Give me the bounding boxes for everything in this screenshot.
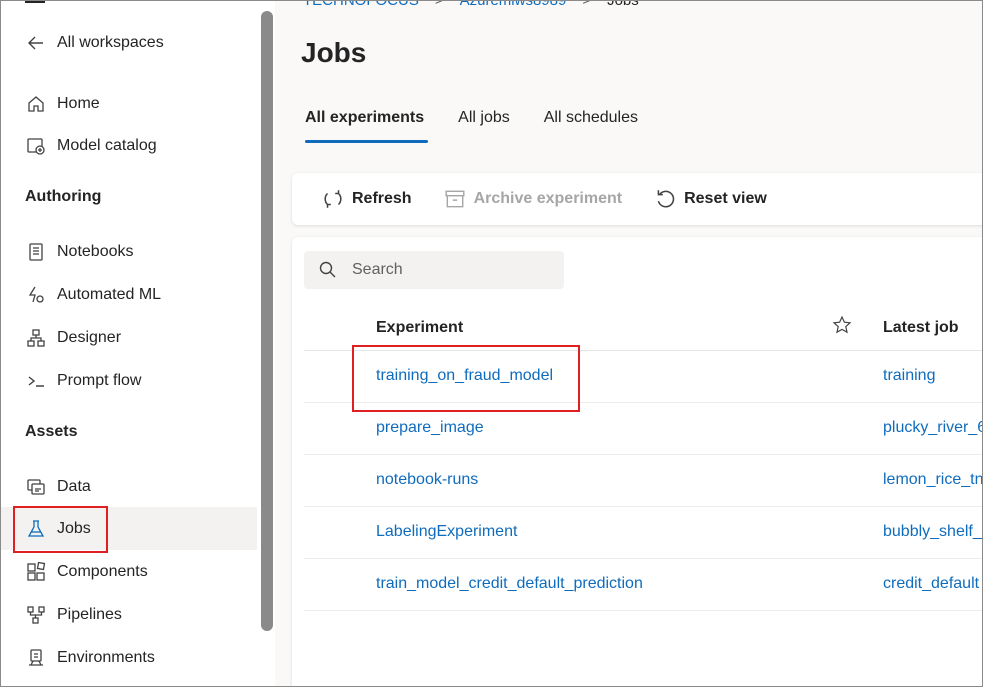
table-row[interactable]: LabelingExperiment bubbly_shelf_ [304, 507, 982, 559]
back-arrow-icon [25, 32, 47, 54]
pipelines-icon [25, 604, 47, 626]
latest-job-link[interactable]: lemon_rice_tn [883, 471, 982, 489]
search-input[interactable] [352, 261, 542, 279]
data-icon [25, 476, 47, 498]
latest-job-link[interactable]: bubbly_shelf_ [883, 523, 982, 541]
sidebar-item-label: Pipelines [57, 605, 122, 623]
tab-all-experiments[interactable]: All experiments [305, 109, 429, 143]
sidebar-item-label: Data [57, 477, 91, 495]
tab-all-schedules[interactable]: All schedules [544, 109, 638, 139]
latest-job-link[interactable]: plucky_river_6 [883, 419, 982, 437]
highlight-box-jobs [13, 506, 108, 553]
sidebar-scrollbar[interactable] [261, 11, 273, 631]
command-bar: Refresh Archive experiment Reset view [292, 173, 982, 225]
reset-view-label: Reset view [684, 190, 767, 207]
designer-icon [25, 327, 47, 349]
menu-icon[interactable] [25, 1, 45, 3]
prompt-flow-icon [25, 370, 47, 392]
refresh-icon [322, 188, 344, 210]
breadcrumb-workspace[interactable]: Azuremlws8989 [460, 1, 567, 9]
tab-all-jobs[interactable]: All jobs [458, 109, 510, 139]
components-icon [25, 561, 47, 583]
all-workspaces-label: All workspaces [57, 33, 164, 51]
environments-icon [25, 647, 47, 669]
archive-experiment-label: Archive experiment [473, 190, 623, 207]
home-icon [25, 93, 47, 115]
notebook-icon [25, 241, 47, 263]
experiment-link[interactable]: notebook-runs [376, 471, 478, 489]
chevron-right-icon: > [434, 0, 444, 9]
all-workspaces-link[interactable]: All workspaces [1, 21, 257, 64]
sidebar-item-model-catalog[interactable]: Model catalog [1, 124, 257, 167]
sidebar-item-notebooks[interactable]: Notebooks [1, 230, 257, 273]
reset-view-button[interactable]: Reset view [654, 188, 767, 210]
search-box[interactable] [304, 251, 564, 289]
star-icon[interactable] [832, 315, 852, 335]
sidebar-item-prompt-flow[interactable]: Prompt flow [1, 359, 257, 402]
experiments-card: Experiment Latest job training_on_fraud_… [292, 237, 982, 686]
sidebar-item-label: Prompt flow [57, 371, 142, 389]
sidebar-item-label: Home [57, 94, 100, 112]
tab-list: All experiments All jobs All schedules [305, 109, 672, 143]
table-row[interactable]: train_model_credit_default_prediction cr… [304, 559, 982, 611]
experiment-link[interactable]: prepare_image [376, 419, 484, 437]
refresh-label: Refresh [352, 190, 412, 207]
main-content: TECHNOFOCUS > Azuremlws8989 > Jobs Jobs All … [275, 0, 982, 686]
column-header-experiment[interactable]: Experiment [376, 319, 463, 337]
experiment-link[interactable]: LabelingExperiment [376, 523, 517, 541]
automated-ml-icon [25, 284, 47, 306]
table-row[interactable]: notebook-runs lemon_rice_tn [304, 455, 982, 507]
sidebar-item-label: Notebooks [57, 242, 134, 260]
sidebar-item-components[interactable]: Components [1, 550, 257, 593]
latest-job-link[interactable]: training [883, 367, 935, 385]
sidebar-item-data[interactable]: Data [1, 465, 257, 508]
sidebar-item-home[interactable]: Home [1, 82, 257, 125]
left-navigation: All workspaces Home Model catalog Author… [1, 1, 275, 686]
breadcrumb-org[interactable]: TECHNOFOCUS [303, 1, 419, 9]
sidebar-item-environments[interactable]: Environments [1, 636, 257, 679]
reset-icon [654, 188, 676, 210]
sidebar-item-label: Environments [57, 648, 155, 666]
breadcrumb: TECHNOFOCUS > Azuremlws8989 > Jobs [303, 0, 639, 9]
highlight-box-experiment [352, 345, 580, 412]
archive-experiment-button[interactable]: Archive experiment [444, 188, 623, 210]
sidebar-item-label: Designer [57, 328, 122, 346]
chevron-right-icon: > [582, 0, 592, 9]
latest-job-link[interactable]: credit_default [883, 575, 979, 593]
search-icon [318, 260, 338, 280]
experiment-link[interactable]: train_model_credit_default_prediction [376, 575, 643, 593]
sidebar-item-label: Automated ML [57, 285, 162, 303]
column-header-latest-job[interactable]: Latest job [883, 319, 959, 337]
refresh-button[interactable]: Refresh [322, 188, 412, 210]
page-title: Jobs [301, 37, 367, 68]
breadcrumb-current: Jobs [607, 0, 639, 9]
sidebar-item-label: Components [57, 562, 148, 580]
sidebar-item-automated-ml[interactable]: Automated ML [1, 273, 257, 316]
section-assets: Assets [25, 423, 78, 440]
app-window: All workspaces Home Model catalog Author… [0, 0, 983, 687]
sidebar-item-label: Model catalog [57, 136, 157, 154]
section-authoring: Authoring [25, 188, 102, 205]
model-catalog-icon [25, 135, 47, 157]
sidebar-item-pipelines[interactable]: Pipelines [1, 593, 257, 636]
sidebar-item-designer[interactable]: Designer [1, 316, 257, 359]
archive-icon [444, 188, 466, 210]
